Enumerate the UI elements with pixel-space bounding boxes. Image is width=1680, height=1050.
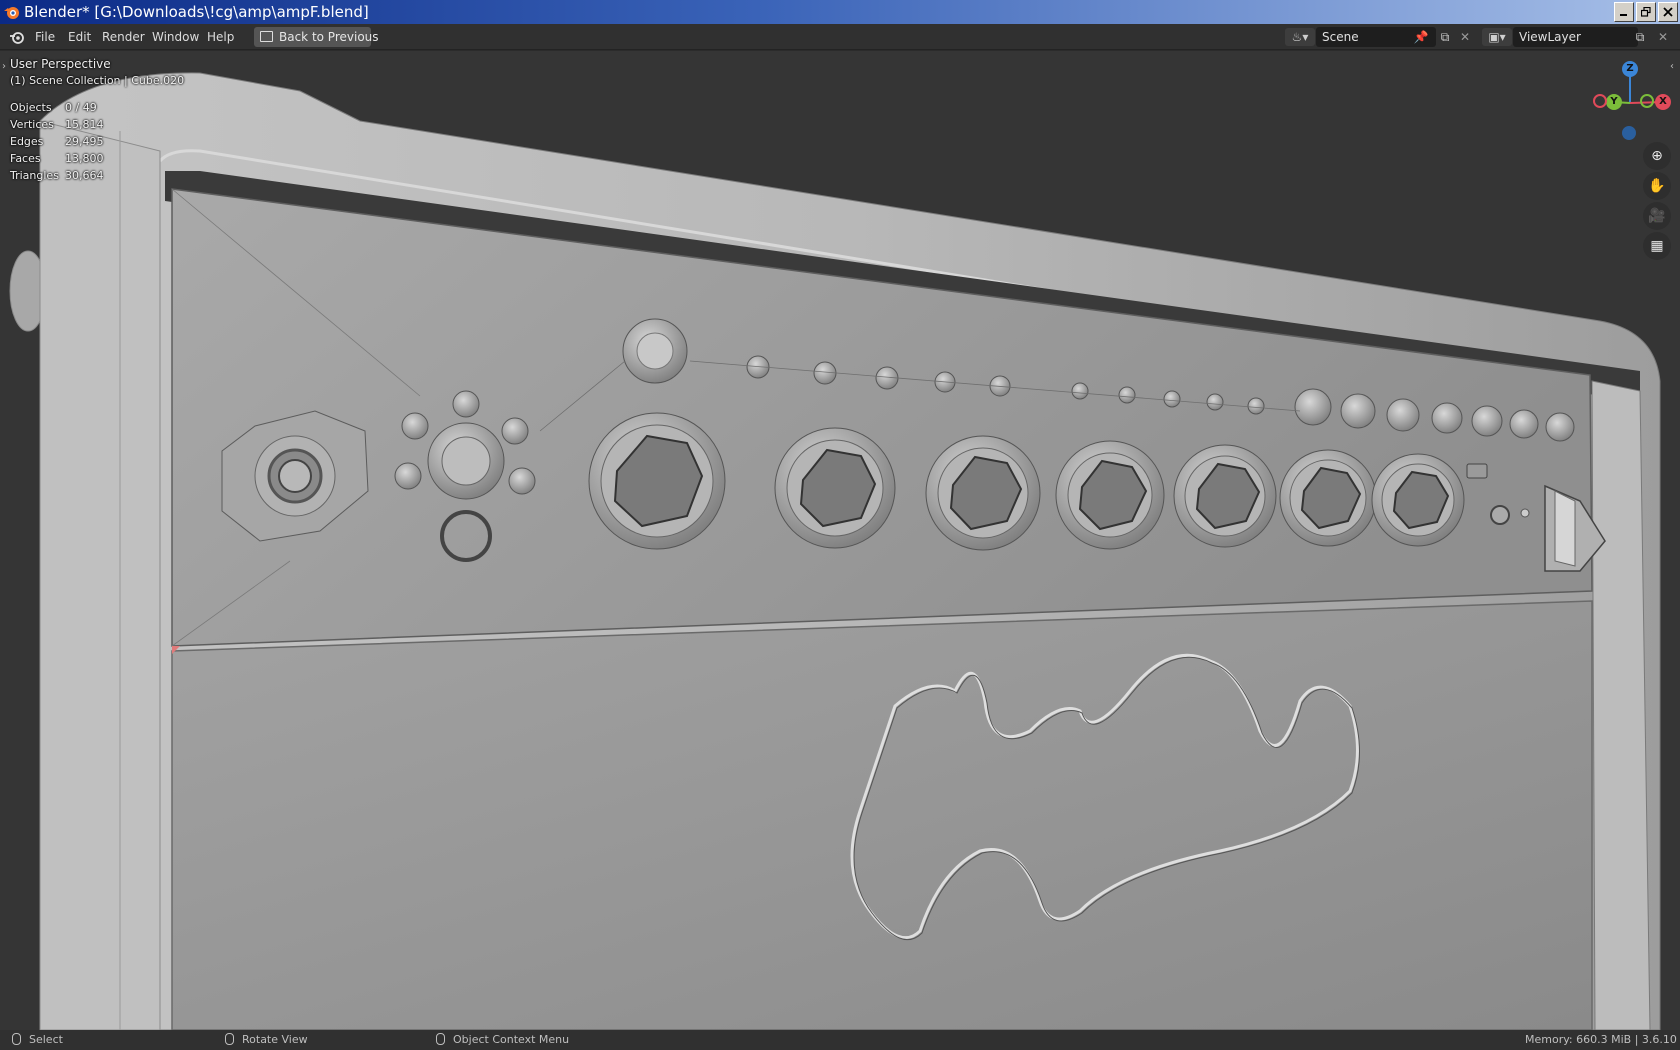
blender-menu-icon[interactable] [9, 30, 25, 44]
status-context: Object Context Menu [436, 1030, 569, 1050]
status-select-label: Select [29, 1033, 63, 1046]
blender-window: Blender* [G:\Downloads\!cg\amp\ampF.blen… [0, 0, 1680, 1050]
menu-help[interactable]: Help [207, 24, 234, 50]
hand-pan-icon[interactable]: ✋ [1643, 172, 1671, 200]
blender-logo-icon [4, 7, 19, 19]
gizmo-neg-x-axis[interactable] [1593, 94, 1607, 108]
delete-scene-icon[interactable]: ✕ [1456, 28, 1474, 46]
view-layer-name-field[interactable]: ViewLayer [1513, 27, 1638, 47]
restore-icon[interactable] [1636, 2, 1656, 22]
menu-render[interactable]: Render [102, 24, 145, 50]
memory-info: Memory: 660.3 MiB | 3.6.10 [1525, 1033, 1677, 1046]
close-icon[interactable] [1658, 2, 1678, 22]
status-select: Select [12, 1030, 63, 1050]
stat-objects-label: Objects [10, 101, 52, 114]
mouse-middle-icon [225, 1033, 234, 1045]
stat-vertices-value: 15,814 [65, 118, 104, 131]
navigation-gizmo[interactable]: Z X Y [1585, 58, 1675, 148]
mouse-left-icon [12, 1033, 21, 1045]
title-bar: Blender* [G:\Downloads\!cg\amp\ampF.blen… [0, 0, 1680, 24]
new-scene-icon[interactable]: ⧉ [1436, 28, 1454, 46]
gizmo-z-axis[interactable]: Z [1622, 61, 1638, 77]
menu-file[interactable]: File [35, 24, 55, 50]
zoom-icon[interactable]: ⊕ [1643, 142, 1671, 170]
gizmo-x-axis[interactable]: X [1655, 94, 1671, 110]
minimize-icon[interactable] [1614, 2, 1634, 22]
view-layer-name-label: ViewLayer [1519, 30, 1581, 44]
top-bar: File Edit Render Window Help Back to Pre… [0, 24, 1680, 50]
grid-ortho-icon[interactable]: ▦ [1643, 232, 1671, 260]
scene-selector-icon[interactable]: ♨▾ [1285, 28, 1315, 46]
new-view-layer-icon[interactable]: ⧉ [1631, 28, 1649, 46]
status-bar: Select Rotate View Object Context Menu M… [0, 1030, 1680, 1050]
menu-edit[interactable]: Edit [68, 24, 91, 50]
pin-icon[interactable]: 📌 [1412, 28, 1430, 46]
toolbar-expand-icon[interactable]: › [2, 61, 6, 72]
back-to-previous-label: Back to Previous [279, 30, 379, 44]
status-context-label: Object Context Menu [453, 1033, 570, 1046]
stat-triangles-value: 30,664 [65, 169, 104, 182]
view-layer-selector-icon[interactable]: ▣▾ [1482, 28, 1512, 46]
stat-faces-value: 13,800 [65, 152, 104, 165]
mouse-right-icon [436, 1033, 445, 1045]
gizmo-neg-z-axis[interactable] [1622, 126, 1636, 140]
status-rotate-label: Rotate View [242, 1033, 308, 1046]
perspective-label: User Perspective [10, 57, 111, 71]
screen-icon [260, 31, 273, 42]
gizmo-neg-y-axis[interactable] [1640, 94, 1654, 108]
menu-window[interactable]: Window [152, 24, 199, 50]
stat-vertices-label: Vertices [10, 118, 54, 131]
stat-edges-label: Edges [10, 135, 44, 148]
scene-name-label: Scene [1322, 30, 1359, 44]
stat-triangles-label: Triangles [10, 169, 59, 182]
back-to-previous-button[interactable]: Back to Previous [254, 27, 379, 47]
gizmo-y-axis[interactable]: Y [1606, 94, 1622, 110]
delete-view-layer-icon[interactable]: ✕ [1654, 28, 1672, 46]
3d-viewport[interactable]: User Perspective (1) Scene Collection | … [0, 51, 1680, 1030]
amp-model-render [9, 72, 1661, 1030]
camera-icon[interactable]: 🎥 [1643, 202, 1671, 230]
collection-label: (1) Scene Collection | Cube.020 [10, 74, 185, 87]
stat-faces-label: Faces [10, 152, 41, 165]
stat-edges-value: 29,495 [65, 135, 104, 148]
window-title: Blender* [G:\Downloads\!cg\amp\ampF.blen… [24, 3, 369, 21]
stat-objects-value: 0 / 49 [65, 101, 97, 114]
status-rotate: Rotate View [225, 1030, 308, 1050]
